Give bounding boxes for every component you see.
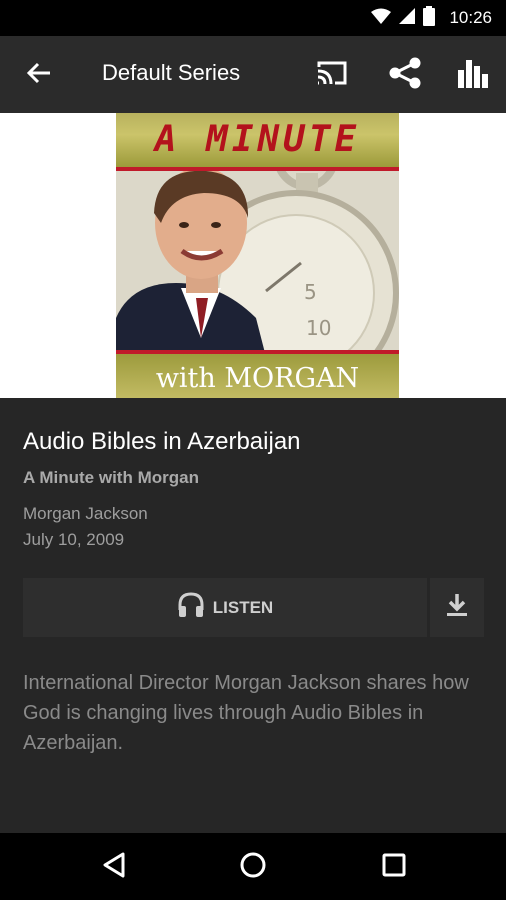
arrow-back-icon	[26, 61, 52, 90]
share-icon	[388, 56, 422, 95]
download-button[interactable]	[430, 578, 484, 637]
listen-button[interactable]: LISTEN	[23, 578, 427, 637]
nav-home-button[interactable]	[235, 849, 271, 885]
share-button[interactable]	[386, 56, 424, 94]
wifi-icon	[371, 8, 392, 29]
square-recents-icon	[381, 852, 407, 883]
download-icon	[444, 592, 470, 623]
svg-text:5: 5	[304, 280, 317, 304]
listen-label: LISTEN	[212, 597, 274, 617]
episode-details: Audio Bibles in Azerbaijan A Minute with…	[23, 428, 483, 550]
nav-back-button[interactable]	[96, 849, 132, 885]
nav-recents-button[interactable]	[376, 849, 412, 885]
back-button[interactable]	[22, 58, 56, 92]
battery-icon	[423, 5, 436, 31]
status-icons: 10:26	[371, 0, 492, 36]
cover-title-text: A MINUTE	[154, 119, 361, 160]
svg-text:10: 10	[306, 316, 331, 340]
cover-subtitle-text: with MORGAN	[155, 363, 360, 394]
headphones-icon	[177, 592, 205, 623]
episode-title: Audio Bibles in Azerbaijan	[23, 428, 301, 455]
circle-home-icon	[239, 851, 267, 884]
series-name: A Minute with Morgan	[23, 468, 199, 487]
navigation-bar	[0, 833, 506, 900]
cast-icon	[315, 59, 349, 92]
hero-area: 5 10 A MINUTE with MORGAN	[0, 113, 506, 398]
stats-button[interactable]	[454, 56, 492, 94]
status-time: 10:26	[449, 8, 492, 27]
triangle-back-icon	[102, 852, 126, 883]
app-bar: Default Series	[0, 36, 506, 113]
bar-chart-icon	[456, 58, 490, 93]
page-title: Default Series	[102, 60, 241, 85]
cover-art: 5 10 A MINUTE with MORGAN	[116, 113, 399, 398]
episode-description: International Director Morgan Jackson sh…	[23, 672, 469, 754]
cell-signal-icon	[399, 7, 416, 29]
cast-button[interactable]	[313, 56, 351, 94]
action-row: LISTEN	[23, 578, 484, 637]
status-bar: 10:26	[0, 0, 506, 36]
episode-author: Morgan Jackson	[23, 504, 148, 523]
episode-date: July 10, 2009	[23, 530, 125, 549]
